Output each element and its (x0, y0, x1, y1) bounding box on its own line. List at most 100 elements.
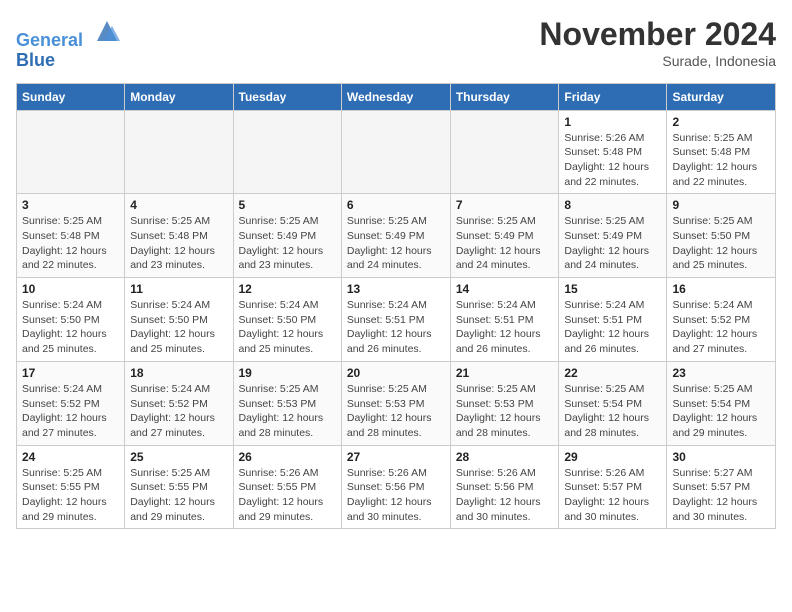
day-info: Sunrise: 5:25 AM Sunset: 5:48 PM Dayligh… (672, 131, 770, 190)
day-info: Sunrise: 5:27 AM Sunset: 5:57 PM Dayligh… (672, 466, 770, 525)
day-info: Sunrise: 5:25 AM Sunset: 5:54 PM Dayligh… (564, 382, 661, 441)
day-info: Sunrise: 5:24 AM Sunset: 5:51 PM Dayligh… (456, 298, 554, 357)
day-info: Sunrise: 5:26 AM Sunset: 5:48 PM Dayligh… (564, 131, 661, 190)
calendar-cell: 7 Sunrise: 5:25 AM Sunset: 5:49 PM Daylig… (450, 194, 559, 278)
calendar-header-row: SundayMondayTuesdayWednesdayThursdayFrid… (17, 83, 776, 110)
day-number: 1 (564, 115, 661, 129)
calendar-cell: 2Sunrise: 5:25 AM Sunset: 5:48 PM Daylig… (667, 110, 776, 194)
calendar-week-1: 1 Sunrise: 5:26 AM Sunset: 5:48 PM Daylig… (17, 110, 776, 194)
day-number: 29 (564, 450, 661, 464)
calendar-cell (17, 110, 125, 194)
calendar-cell: 30 Sunrise: 5:27 AM Sunset: 5:57 PM Dayli… (667, 445, 776, 529)
calendar-week-2: 3 Sunrise: 5:25 AM Sunset: 5:48 PM Daylig… (17, 194, 776, 278)
day-info: Sunrise: 5:24 AM Sunset: 5:50 PM Dayligh… (239, 298, 336, 357)
day-info: Sunrise: 5:25 AM Sunset: 5:49 PM Dayligh… (564, 214, 661, 273)
day-number: 23 (672, 366, 770, 380)
day-number: 11 (130, 282, 227, 296)
day-number: 25 (130, 450, 227, 464)
day-number: 12 (239, 282, 336, 296)
day-number: 5 (239, 198, 336, 212)
day-info: Sunrise: 5:24 AM Sunset: 5:51 PM Dayligh… (564, 298, 661, 357)
day-info: Sunrise: 5:24 AM Sunset: 5:52 PM Dayligh… (130, 382, 227, 441)
calendar-cell: 17 Sunrise: 5:24 AM Sunset: 5:52 PM Dayli… (17, 361, 125, 445)
day-info: Sunrise: 5:24 AM Sunset: 5:52 PM Dayligh… (672, 298, 770, 357)
weekday-header-wednesday: Wednesday (341, 83, 450, 110)
day-info: Sunrise: 5:24 AM Sunset: 5:50 PM Dayligh… (22, 298, 119, 357)
calendar-cell: 22 Sunrise: 5:25 AM Sunset: 5:54 PM Dayli… (559, 361, 667, 445)
calendar-week-3: 10 Sunrise: 5:24 AM Sunset: 5:50 PM Dayli… (17, 278, 776, 362)
day-number: 8 (564, 198, 661, 212)
calendar-cell: 29 Sunrise: 5:26 AM Sunset: 5:57 PM Dayli… (559, 445, 667, 529)
day-number: 9 (672, 198, 770, 212)
calendar-cell: 16 Sunrise: 5:24 AM Sunset: 5:52 PM Dayli… (667, 278, 776, 362)
day-info: Sunrise: 5:25 AM Sunset: 5:49 PM Dayligh… (456, 214, 554, 273)
weekday-header-friday: Friday (559, 83, 667, 110)
calendar-cell: 18 Sunrise: 5:24 AM Sunset: 5:52 PM Dayli… (125, 361, 233, 445)
day-info: Sunrise: 5:26 AM Sunset: 5:56 PM Dayligh… (347, 466, 445, 525)
calendar-cell: 28 Sunrise: 5:26 AM Sunset: 5:56 PM Dayli… (450, 445, 559, 529)
day-number: 22 (564, 366, 661, 380)
day-number: 16 (672, 282, 770, 296)
calendar-cell: 24Sunrise: 5:25 AM Sunset: 5:55 PM Dayli… (17, 445, 125, 529)
day-number: 10 (22, 282, 119, 296)
day-info: Sunrise: 5:26 AM Sunset: 5:57 PM Dayligh… (564, 466, 661, 525)
calendar-cell: 11 Sunrise: 5:24 AM Sunset: 5:50 PM Dayli… (125, 278, 233, 362)
calendar-cell: 4 Sunrise: 5:25 AM Sunset: 5:48 PM Daylig… (125, 194, 233, 278)
day-info: Sunrise: 5:25 AM Sunset: 5:48 PM Dayligh… (130, 214, 227, 273)
calendar-cell: 25Sunrise: 5:25 AM Sunset: 5:55 PM Dayli… (125, 445, 233, 529)
day-number: 17 (22, 366, 119, 380)
title-block: November 2024 Surade, Indonesia (539, 16, 776, 69)
weekday-header-sunday: Sunday (17, 83, 125, 110)
day-number: 28 (456, 450, 554, 464)
day-number: 14 (456, 282, 554, 296)
calendar-cell: 21 Sunrise: 5:25 AM Sunset: 5:53 PM Dayli… (450, 361, 559, 445)
calendar-cell: 3Sunrise: 5:25 AM Sunset: 5:48 PM Daylig… (17, 194, 125, 278)
calendar-week-4: 17 Sunrise: 5:24 AM Sunset: 5:52 PM Dayli… (17, 361, 776, 445)
location-subtitle: Surade, Indonesia (539, 53, 776, 69)
day-info: Sunrise: 5:25 AM Sunset: 5:54 PM Dayligh… (672, 382, 770, 441)
page-header: General Blue November 2024 Surade, Indon… (16, 16, 776, 71)
calendar-cell: 8 Sunrise: 5:25 AM Sunset: 5:49 PM Daylig… (559, 194, 667, 278)
day-number: 26 (239, 450, 336, 464)
day-info: Sunrise: 5:26 AM Sunset: 5:56 PM Dayligh… (456, 466, 554, 525)
logo-line2: Blue (16, 51, 122, 71)
calendar-cell: 6 Sunrise: 5:25 AM Sunset: 5:49 PM Daylig… (341, 194, 450, 278)
calendar-cell: 23 Sunrise: 5:25 AM Sunset: 5:54 PM Dayli… (667, 361, 776, 445)
day-number: 21 (456, 366, 554, 380)
month-title: November 2024 (539, 16, 776, 53)
day-number: 13 (347, 282, 445, 296)
calendar-cell (233, 110, 341, 194)
calendar-cell: 9 Sunrise: 5:25 AM Sunset: 5:50 PM Daylig… (667, 194, 776, 278)
logo: General Blue (16, 16, 122, 71)
calendar-cell: 5Sunrise: 5:25 AM Sunset: 5:49 PM Daylig… (233, 194, 341, 278)
calendar-week-5: 24Sunrise: 5:25 AM Sunset: 5:55 PM Dayli… (17, 445, 776, 529)
day-number: 15 (564, 282, 661, 296)
calendar-cell: 15 Sunrise: 5:24 AM Sunset: 5:51 PM Dayli… (559, 278, 667, 362)
day-info: Sunrise: 5:25 AM Sunset: 5:53 PM Dayligh… (239, 382, 336, 441)
calendar-cell: 20Sunrise: 5:25 AM Sunset: 5:53 PM Dayli… (341, 361, 450, 445)
day-info: Sunrise: 5:26 AM Sunset: 5:55 PM Dayligh… (239, 466, 336, 525)
logo-icon (92, 16, 122, 46)
day-info: Sunrise: 5:24 AM Sunset: 5:52 PM Dayligh… (22, 382, 119, 441)
day-number: 3 (22, 198, 119, 212)
day-number: 6 (347, 198, 445, 212)
calendar-cell: 14 Sunrise: 5:24 AM Sunset: 5:51 PM Dayli… (450, 278, 559, 362)
calendar-cell (450, 110, 559, 194)
day-number: 19 (239, 366, 336, 380)
day-number: 4 (130, 198, 227, 212)
day-number: 27 (347, 450, 445, 464)
day-number: 30 (672, 450, 770, 464)
weekday-header-tuesday: Tuesday (233, 83, 341, 110)
day-info: Sunrise: 5:25 AM Sunset: 5:49 PM Dayligh… (347, 214, 445, 273)
day-number: 18 (130, 366, 227, 380)
calendar-cell: 19 Sunrise: 5:25 AM Sunset: 5:53 PM Dayli… (233, 361, 341, 445)
calendar-table: SundayMondayTuesdayWednesdayThursdayFrid… (16, 83, 776, 530)
day-number: 7 (456, 198, 554, 212)
day-info: Sunrise: 5:25 AM Sunset: 5:50 PM Dayligh… (672, 214, 770, 273)
day-info: Sunrise: 5:25 AM Sunset: 5:53 PM Dayligh… (456, 382, 554, 441)
weekday-header-thursday: Thursday (450, 83, 559, 110)
day-info: Sunrise: 5:25 AM Sunset: 5:53 PM Dayligh… (347, 382, 445, 441)
calendar-cell (125, 110, 233, 194)
day-info: Sunrise: 5:24 AM Sunset: 5:50 PM Dayligh… (130, 298, 227, 357)
calendar-cell: 26 Sunrise: 5:26 AM Sunset: 5:55 PM Dayli… (233, 445, 341, 529)
